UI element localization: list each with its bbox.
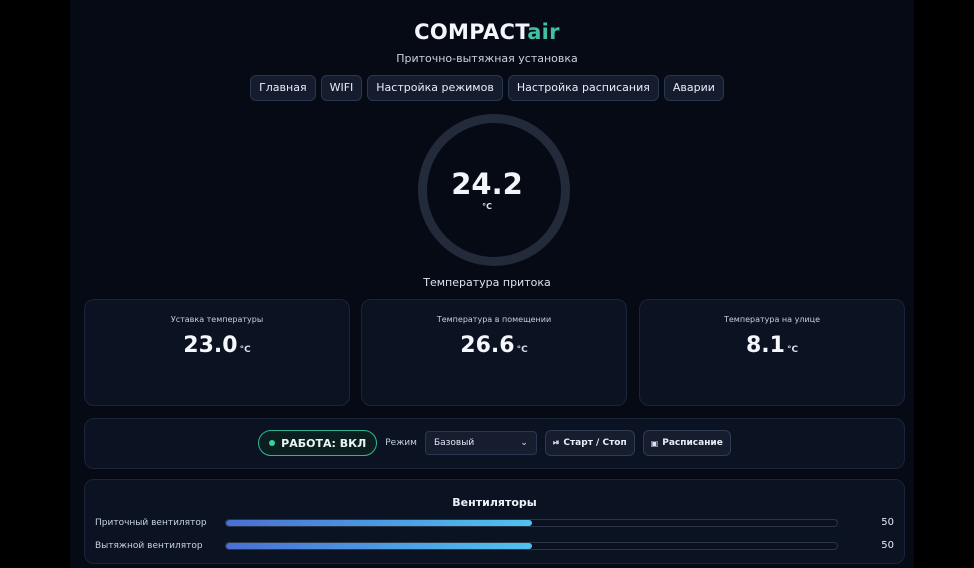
indoor-temp-label: Температура в помещении	[436, 315, 552, 324]
setpoint-unit: °C	[239, 345, 251, 355]
schedule-label: Расписание	[662, 438, 723, 448]
control-row: РАБОТА: ВКЛ Режим Базовый ⌄ ⏯ Старт / Ст…	[85, 430, 904, 456]
supply-fan-row: Приточный вентилятор 50	[85, 516, 904, 530]
mode-label: Режим	[385, 438, 417, 448]
nav-alarms[interactable]: Аварии	[663, 75, 724, 101]
top-nav: Главная WIFI Настройка режимов Настройка…	[0, 75, 974, 101]
play-pause-icon: ⏯	[552, 438, 560, 447]
outdoor-temp-card: Температура на улице 8.1 °C	[639, 299, 905, 406]
status-badge[interactable]: РАБОТА: ВКЛ	[258, 430, 378, 456]
nav-wifi[interactable]: WIFI	[320, 75, 363, 101]
outdoor-temp-value-row: 8.1 °C	[640, 333, 904, 358]
indoor-temp-value: 26.6	[460, 333, 515, 358]
exhaust-fan-row: Вытяжной вентилятор 50	[85, 539, 904, 553]
exhaust-fan-value: 50	[881, 540, 894, 551]
supply-temp-value: 24.2	[451, 167, 523, 201]
nav-schedule-settings[interactable]: Настройка расписания	[507, 75, 659, 101]
status-dot-icon	[269, 440, 276, 446]
indoor-temp-unit: °C	[516, 345, 528, 355]
fans-title: Вентиляторы	[452, 496, 537, 509]
supply-fan-slider[interactable]	[225, 519, 838, 527]
chevron-down-icon: ⌄	[520, 438, 528, 448]
mode-select-value: Базовый	[433, 438, 475, 448]
start-stop-button[interactable]: ⏯ Старт / Стоп	[544, 430, 635, 456]
exhaust-fan-slider[interactable]	[225, 542, 838, 550]
indoor-temp-card: Температура в помещении 26.6 °C	[361, 299, 627, 406]
setpoint-value-row: 23.0 °C	[85, 333, 349, 358]
schedule-button[interactable]: ▣ Расписание	[642, 430, 731, 456]
setpoint-label: Уставка температуры	[170, 315, 264, 324]
brand-accent: air	[527, 20, 560, 44]
setpoint-value: 23.0	[183, 333, 238, 358]
exhaust-fan-label: Вытяжной вентилятор	[95, 541, 203, 551]
nav-home[interactable]: Главная	[250, 75, 316, 101]
calendar-icon: ▣	[650, 438, 659, 448]
indoor-temp-value-row: 26.6 °C	[362, 333, 626, 358]
outdoor-temp-unit: °C	[786, 345, 799, 355]
page-subtitle: Приточно-вытяжная установка	[396, 52, 578, 65]
outdoor-temp-label: Температура на улице	[724, 315, 820, 324]
outdoor-temp-value: 8.1	[745, 333, 785, 358]
control-panel: РАБОТА: ВКЛ Режим Базовый ⌄ ⏯ Старт / Ст…	[84, 418, 905, 469]
brand-title: COMPACTair	[0, 20, 974, 44]
supply-fan-label: Приточный вентилятор	[95, 518, 207, 528]
nav-mode-settings[interactable]: Настройка режимов	[367, 75, 503, 101]
supply-fan-value: 50	[881, 517, 894, 528]
supply-temp-label: Температура притока	[423, 276, 551, 289]
fans-panel: Вентиляторы Приточный вентилятор 50 Вытя…	[84, 479, 905, 564]
supply-temp-unit: °C	[482, 202, 492, 211]
mode-select[interactable]: Базовый ⌄	[424, 431, 537, 455]
setpoint-card: Уставка температуры 23.0 °C	[84, 299, 350, 406]
start-stop-label: Старт / Стоп	[563, 438, 627, 448]
brand-main: COMPACT	[414, 20, 528, 44]
exhaust-fan-fill	[226, 543, 532, 549]
status-text: РАБОТА: ВКЛ	[281, 436, 367, 450]
supply-fan-fill	[226, 520, 532, 526]
